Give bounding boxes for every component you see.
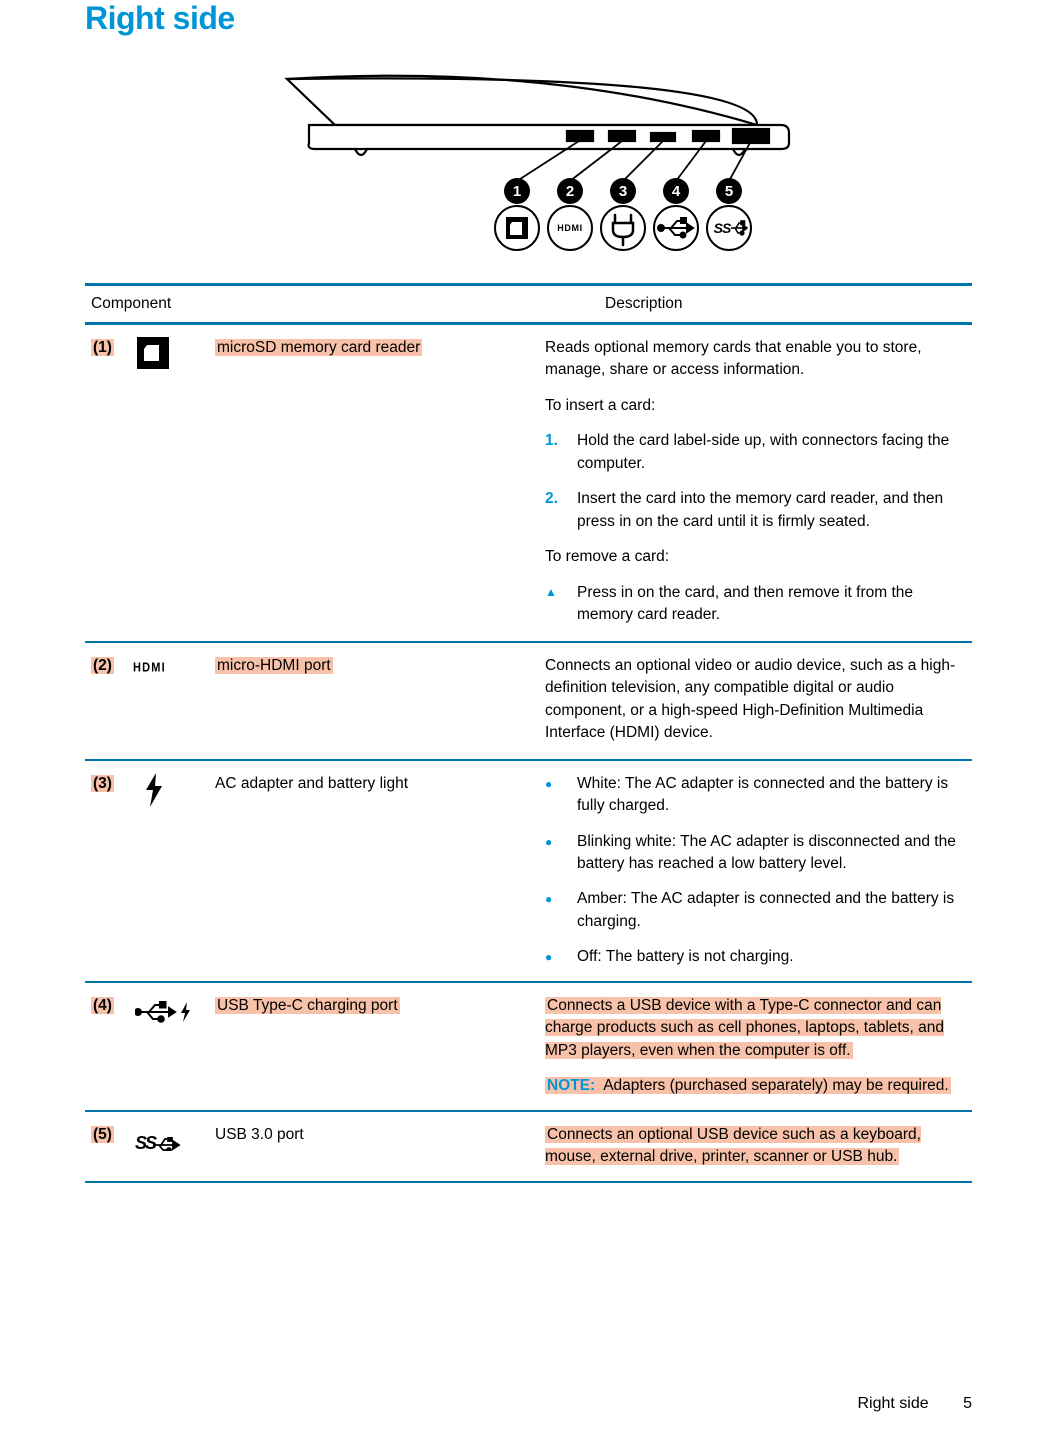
page-footer: Right side 5 [857, 1395, 972, 1413]
row-index: (4) [85, 993, 133, 1100]
footer-section: Right side [857, 1395, 928, 1412]
component-name: USB 3.0 port [215, 1122, 545, 1171]
component-name: microSD memory card reader [215, 335, 545, 631]
usb-ss-icon: SS [135, 1130, 183, 1156]
component-description: Connects a USB device with a Type-C conn… [545, 993, 972, 1100]
components-table: Component Description (1) microSD memory… [85, 283, 972, 1183]
component-description: Connects an optional USB device such as … [545, 1122, 972, 1171]
row-icon-cell [133, 993, 215, 1100]
row-icon-cell [133, 335, 215, 631]
svg-text:3: 3 [618, 183, 626, 200]
svg-text:4: 4 [671, 183, 680, 200]
header-description: Description [605, 295, 972, 313]
component-name: AC adapter and battery light [215, 771, 545, 971]
row-icon-cell: HDMI [133, 653, 215, 749]
svg-text:2: 2 [565, 183, 573, 200]
row-icon-cell [133, 771, 215, 971]
table-row: (1) microSD memory card reader Reads opt… [85, 325, 972, 643]
page-number: 5 [963, 1395, 972, 1412]
table-row: (4) USB Type-C charging port [85, 983, 972, 1112]
usb-c-charging-icon [135, 1001, 197, 1023]
row-index: (5) [85, 1122, 133, 1171]
component-description: Reads optional memory cards that enable … [545, 335, 972, 631]
laptop-side-diagram: 1 2 3 4 5 HDMI [249, 65, 809, 255]
microsd-icon [137, 337, 169, 369]
row-icon-cell: SS [133, 1122, 215, 1171]
table-row: (2) HDMI micro-HDMI port Connects an opt… [85, 643, 972, 761]
table-row: (3) AC adapter and battery light ●White:… [85, 761, 972, 983]
row-index: (2) [85, 653, 133, 749]
header-component: Component [85, 295, 605, 313]
svg-text:SS: SS [713, 220, 731, 236]
table-header: Component Description [85, 286, 972, 325]
component-name: USB Type-C charging port [215, 993, 545, 1100]
svg-text:1: 1 [512, 183, 520, 200]
power-bolt-icon [143, 773, 165, 807]
svg-text:HDMI: HDMI [557, 223, 582, 233]
row-index: (3) [85, 771, 133, 971]
component-name: micro-HDMI port [215, 653, 545, 749]
page-title: Right side [85, 0, 972, 37]
hdmi-icon: HDMI [133, 659, 166, 677]
svg-text:5: 5 [724, 183, 732, 200]
component-description: ●White: The AC adapter is connected and … [545, 771, 972, 971]
component-description: Connects an optional video or audio devi… [545, 653, 972, 749]
table-row: (5) SS USB 3.0 port [85, 1112, 972, 1183]
row-index: (1) [85, 335, 133, 631]
